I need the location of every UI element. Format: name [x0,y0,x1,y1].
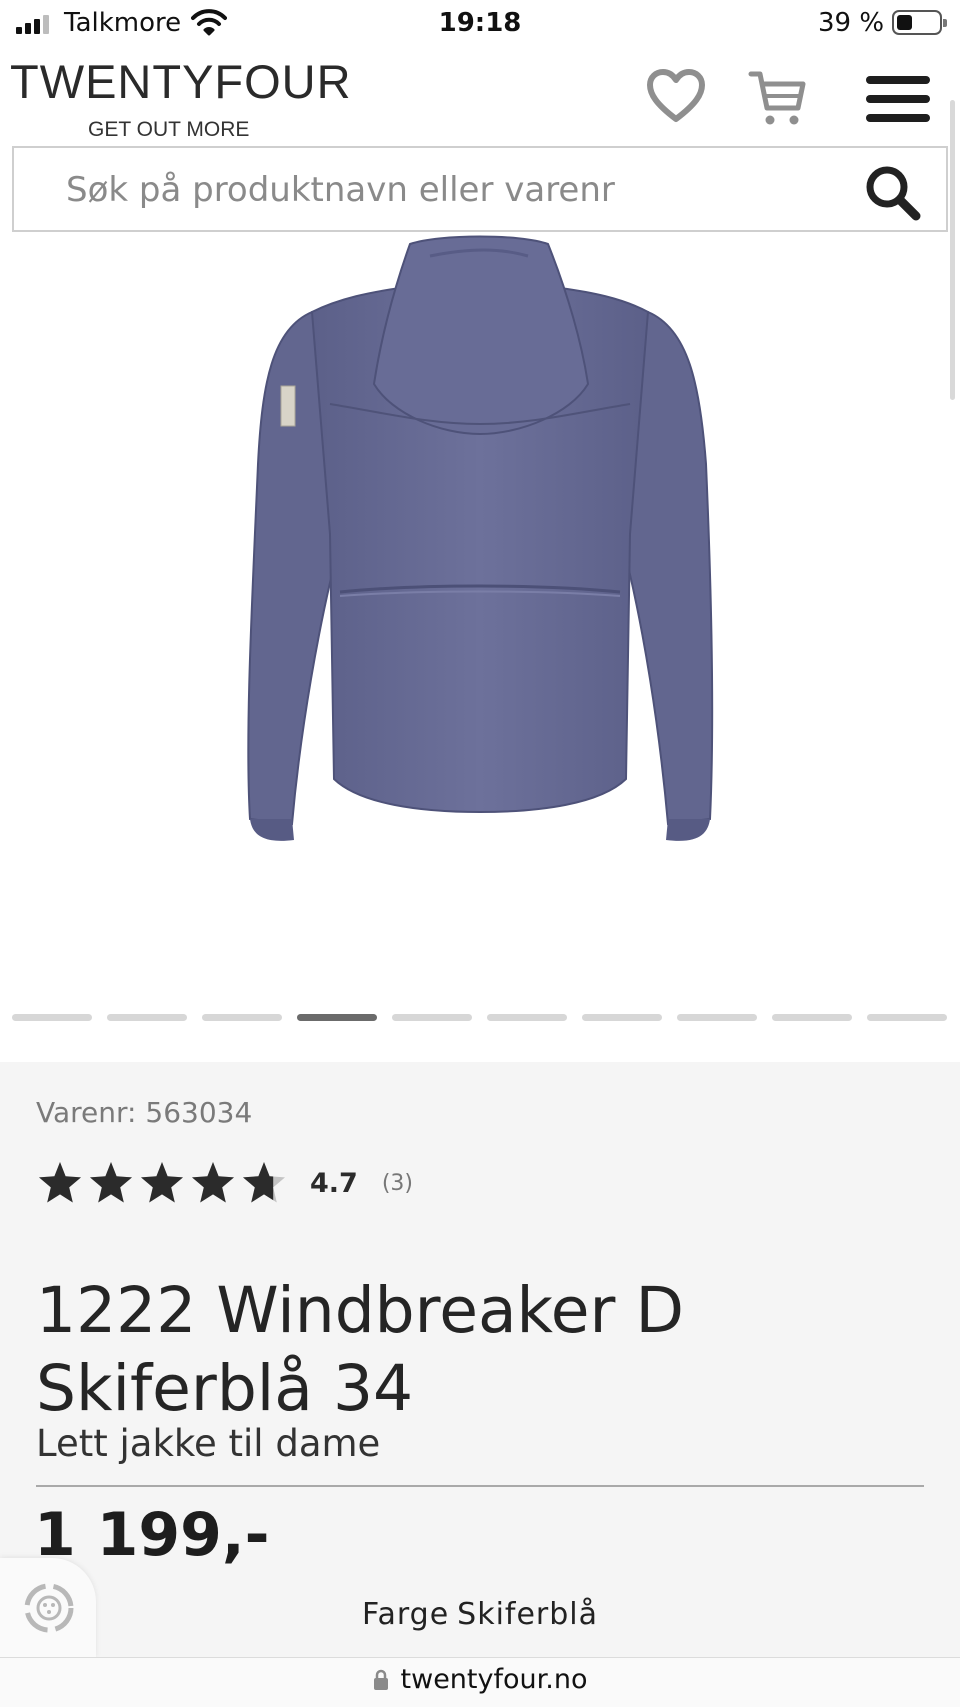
wishlist-button[interactable] [646,68,706,128]
rating-value: 4.7 [310,1167,358,1199]
gallery-dot[interactable] [772,1014,852,1021]
gallery-dot[interactable] [297,1014,377,1021]
site-header: TWENTYFOUR GET OUT MORE [0,50,960,146]
product-rating[interactable]: 4.7 (3) [36,1160,413,1206]
logo-tagline: GET OUT MORE [88,118,250,141]
search-icon [866,166,921,221]
browser-address-bar[interactable]: twentyfour.no [0,1657,960,1707]
sku: Varenr: 563034 [36,1096,252,1129]
logo[interactable]: TWENTYFOUR GET OUT MORE [10,54,352,141]
gallery-dot[interactable] [107,1014,187,1021]
gallery-dot[interactable] [582,1014,662,1021]
lock-icon [373,1669,388,1690]
heart-icon [647,69,705,122]
cart-icon [748,71,806,125]
gallery-dot[interactable] [12,1014,92,1021]
gallery-dot[interactable] [392,1014,472,1021]
rating-stars [36,1160,288,1206]
product-info-panel: Varenr: 563034 4.7 (3) 1222 Windbreaker … [0,1062,960,1657]
jacket-image [247,235,714,841]
gallery-pagination [12,1014,947,1021]
rating-count[interactable]: (3) [382,1171,413,1196]
url-text: twentyfour.no [400,1664,588,1695]
gallery-dot[interactable] [867,1014,947,1021]
color-value: Skiferblå [457,1597,599,1632]
sku-value: 563034 [145,1096,253,1129]
gallery-dot[interactable] [202,1014,282,1021]
clock: 19:18 [438,8,522,38]
battery-icon [892,10,947,35]
support-widget-icon [24,1583,74,1633]
star-icon [39,1162,81,1203]
divider [36,1485,924,1487]
cart-button[interactable] [748,68,808,134]
product-subtitle: Lett jakke til dame [36,1422,381,1465]
support-widget-button[interactable] [0,1558,96,1658]
logo-wordmark: TWENTYFOUR [10,55,352,108]
product-title: 1222 Windbreaker D Skiferblå 34 [36,1274,684,1425]
star-icon [243,1162,285,1203]
sku-label: Varenr: [36,1096,137,1129]
battery-percent: 39 % [818,8,885,38]
star-icon [141,1162,183,1203]
gallery-dot[interactable] [677,1014,757,1021]
search-bar [12,146,948,232]
star-icon [90,1162,132,1203]
hamburger-menu-icon [866,76,930,122]
color-label: Farge [361,1597,450,1632]
search-button[interactable] [864,164,922,226]
search-input[interactable] [66,162,846,218]
product-price: 1 199,- [34,1500,270,1570]
color-selector[interactable]: Farge Skiferblå [0,1597,960,1632]
gallery-dot[interactable] [487,1014,567,1021]
star-icon [192,1162,234,1203]
product-image[interactable] [0,234,960,994]
status-bar: Talkmore 19:18 39 % [0,0,960,50]
menu-button[interactable] [866,76,930,122]
